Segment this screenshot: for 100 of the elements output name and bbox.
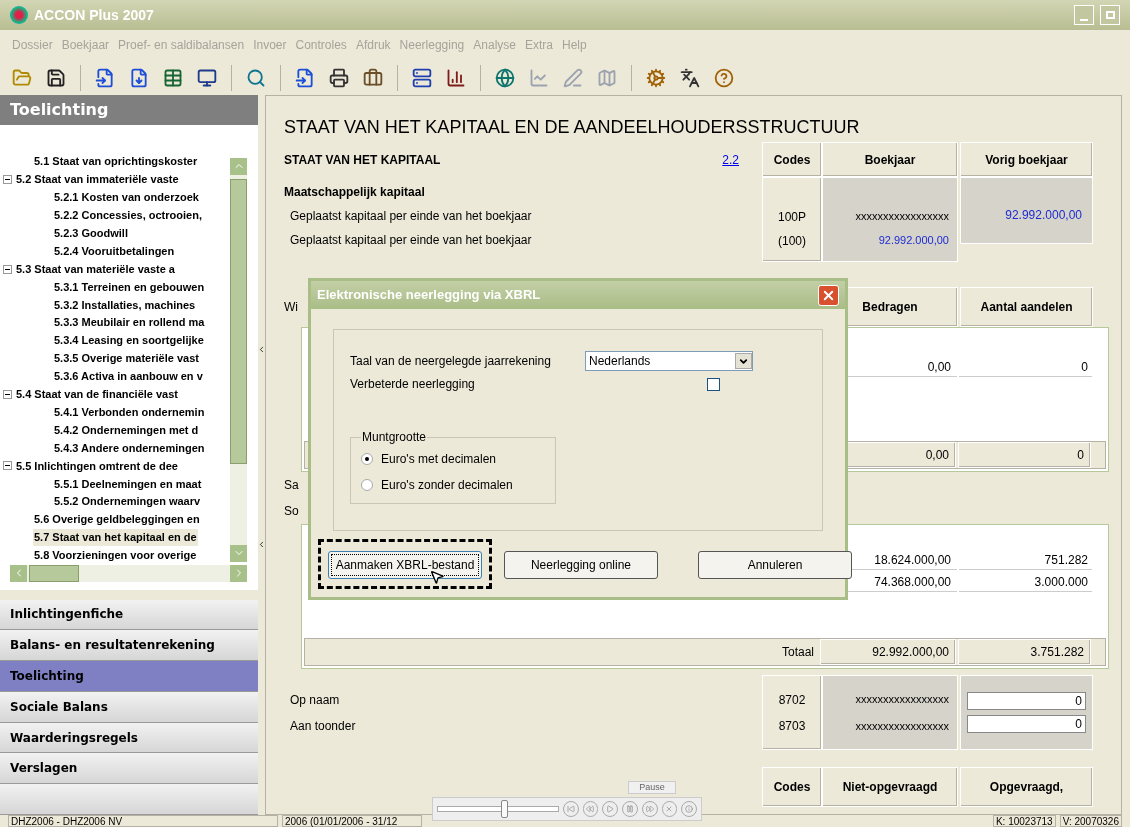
- column-header: Vorig boekjaar: [985, 151, 1068, 169]
- tree-item[interactable]: 5.3.4 Leasing en soortgelijke: [53, 332, 205, 349]
- language-icon[interactable]: [680, 67, 700, 88]
- row-label: Aan toonder: [289, 717, 357, 735]
- tree-item[interactable]: 5.7 Staat van het kapitaal en de: [33, 529, 198, 546]
- total-shares: 3.751.282: [1030, 644, 1084, 661]
- row-label: Geplaatst kapitaal per einde van het boekjaar: [289, 232, 533, 249]
- dialog-button[interactable]: Annuleren: [698, 551, 852, 579]
- radio-button[interactable]: [361, 479, 373, 491]
- checkbox[interactable]: [707, 377, 720, 391]
- checkbox-label: Verbeterde neerlegging: [350, 376, 476, 393]
- tree-item[interactable]: 5.3.5 Overige materiële vast: [53, 350, 200, 367]
- case-icon[interactable]: [363, 67, 383, 88]
- tree-item[interactable]: 5.5 Inlichtingen omtrent de dee: [15, 457, 179, 475]
- previous-year-cell: 92.992.000,00: [960, 177, 1093, 244]
- value-field[interactable]: 0: [967, 715, 1086, 733]
- code-cell-text: (100): [778, 233, 806, 250]
- column-header: Codes: [773, 779, 811, 796]
- code-cell-text: 100P: [778, 209, 806, 226]
- column-header: Opgevraagd,: [989, 779, 1064, 796]
- save-icon[interactable]: [46, 67, 66, 88]
- tree-item[interactable]: 5.3.2 Installaties, machines: [53, 296, 197, 314]
- code-cell-text: 8703: [778, 717, 806, 735]
- chart-icon[interactable]: [529, 67, 549, 88]
- tree-item[interactable]: 5.8 Voorzieningen voor overige: [33, 547, 198, 564]
- collapse-icon[interactable]: [3, 389, 12, 399]
- language-dropdown[interactable]: Nederlands: [585, 351, 753, 371]
- pen-icon[interactable]: [563, 67, 583, 88]
- tree-item[interactable]: 5.3.3 Meubilair en rollend ma: [53, 314, 206, 331]
- close-button[interactable]: [818, 284, 839, 306]
- nav-button[interactable]: Waarderingsregels: [0, 722, 258, 754]
- column-header: Aantal aandelen: [980, 299, 1073, 316]
- value-field[interactable]: 0: [967, 692, 1086, 710]
- tree-item[interactable]: 5.1 Staat van oprichtingskoster: [33, 153, 199, 170]
- monitor-icon[interactable]: [197, 67, 217, 88]
- tree-item[interactable]: 5.2.4 Vooruitbetalingen: [53, 242, 176, 260]
- tree-item[interactable]: 5.3.1 Terreinen en gebouwen: [53, 278, 206, 296]
- row-label: Op naam: [289, 691, 341, 709]
- tree-item[interactable]: 5.4.2 Ondernemingen met d: [53, 421, 200, 439]
- shares-field[interactable]: 0: [959, 358, 1092, 377]
- code-cell-text: 8702: [778, 691, 806, 709]
- tree-item[interactable]: 5.4.1 Verbonden ondernemin: [53, 403, 206, 421]
- globe-icon[interactable]: [495, 67, 515, 88]
- nav-button[interactable]: Verslagen: [0, 753, 258, 785]
- collapse-icon[interactable]: [3, 264, 12, 274]
- collapse-icon[interactable]: [3, 175, 12, 185]
- status-field: DHZ2006 - DHZ2006 NV: [8, 815, 278, 827]
- dialog-button[interactable]: Neerlegging online: [504, 551, 658, 579]
- column-header: Bedragen: [862, 299, 918, 316]
- subtotal-shares: 0: [1077, 447, 1084, 464]
- tree-item[interactable]: 5.5.1 Deelnemingen en maat: [53, 475, 203, 492]
- table-icon[interactable]: [163, 67, 183, 88]
- seek-track[interactable]: [437, 800, 559, 818]
- bar-chart-icon[interactable]: [446, 67, 466, 88]
- sidebar-header: Toelichting: [0, 95, 258, 125]
- printer-icon[interactable]: [329, 67, 349, 88]
- app-logo-icon: [10, 6, 28, 24]
- nav-button[interactable]: Toelichting: [0, 661, 258, 692]
- tree-item[interactable]: 5.3 Staat van materiële vaste a: [15, 260, 176, 278]
- tree-item[interactable]: 5.3.6 Activa in aanbouw en v: [53, 368, 204, 385]
- pause-button[interactable]: Pause: [628, 781, 676, 794]
- tree-item[interactable]: 5.4.3 Andere ondernemingen: [53, 439, 206, 457]
- tree-item[interactable]: 5.2.1 Kosten van onderzoek: [53, 189, 200, 206]
- page-title: STAAT VAN HET KAPITAAL EN DE AANDEELHOUDERSSTRUCTUUR: [284, 116, 861, 139]
- dialog-title: Elektronische neerlegging via XBRL: [317, 286, 542, 305]
- dialog-button[interactable]: Aanmaken XBRL-bestand: [328, 551, 482, 579]
- shares-cell: 3.000.000: [959, 572, 1092, 592]
- tree-item[interactable]: 5.2 Staat van immateriële vaste: [15, 171, 180, 188]
- row-label: So: [284, 503, 299, 520]
- help-icon[interactable]: [714, 67, 734, 88]
- document-import-icon[interactable]: [95, 67, 115, 88]
- tree-item[interactable]: 5.4 Staat van de financiële vast: [15, 386, 180, 403]
- radio-label: Euro's zonder decimalen: [381, 477, 513, 494]
- radio-label: Euro's met decimalen: [381, 451, 496, 468]
- tree-item[interactable]: 5.2.3 Goodwill: [53, 225, 129, 242]
- masked-cell-text: xxxxxxxxxxxxxxxxx: [855, 718, 949, 734]
- nav-button[interactable]: Inlichtingenfiche: [0, 599, 258, 631]
- caret-icon: [735, 353, 752, 369]
- nav-button[interactable]: Balans- en resultatenrekening: [0, 630, 258, 662]
- device-icon[interactable]: [412, 67, 432, 88]
- language-label: Taal van de neergelegde jaarrekening: [350, 353, 552, 370]
- seek-thumb[interactable]: [500, 800, 508, 818]
- total-label: Totaal: [781, 644, 814, 661]
- radio-button[interactable]: [361, 453, 373, 465]
- tree-item[interactable]: 5.6 Overige geldbeleggingen en: [33, 511, 201, 528]
- tree-item[interactable]: 5.2.2 Concessies, octrooien,: [53, 207, 203, 224]
- tree-item[interactable]: 5.5.2 Ondernemingen waarv: [53, 493, 202, 510]
- status-field: K: 10023713: [992, 815, 1056, 827]
- folder-icon[interactable]: [12, 67, 32, 88]
- collapse-icon[interactable]: [3, 461, 12, 471]
- nav-button[interactable]: Sociale Balans: [0, 691, 258, 723]
- column-header: Codes: [773, 151, 811, 169]
- gear-icon[interactable]: [646, 67, 666, 88]
- reference-link[interactable]: 2.2: [722, 150, 739, 169]
- total-amount: 92.992.000,00: [872, 644, 949, 661]
- empty-nav-button[interactable]: [0, 784, 258, 815]
- search-icon[interactable]: [246, 67, 266, 88]
- row-label: Geplaatst kapitaal per einde van het boekjaar: [289, 208, 533, 225]
- section-title: STAAT VAN HET KAPITAAL: [284, 151, 441, 169]
- map-icon[interactable]: [597, 67, 617, 88]
